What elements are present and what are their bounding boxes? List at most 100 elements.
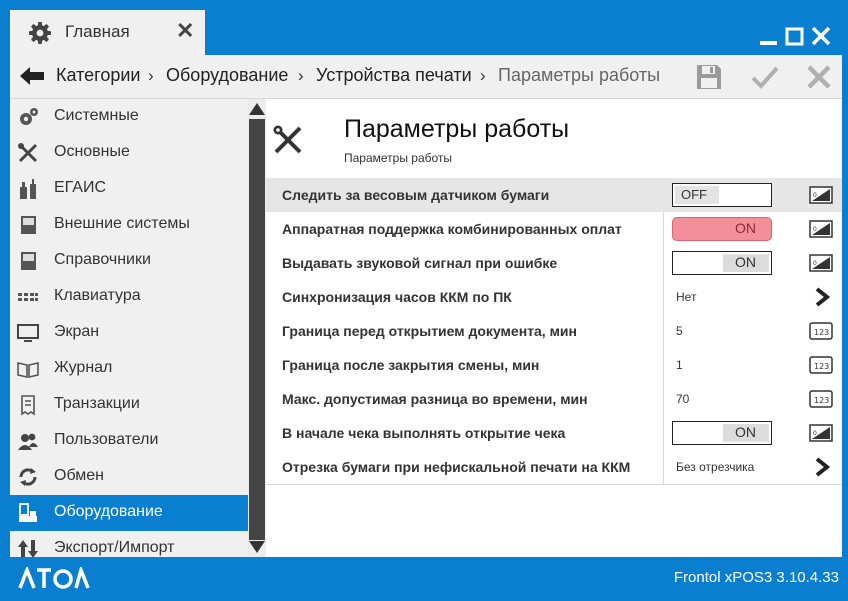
svg-text:123: 123 [814, 396, 829, 405]
footer: Frontol xPOS3 3.10.4.33 [0, 557, 848, 601]
setting-name: Макс. допустимая разница во времени, мин [282, 391, 588, 407]
checkmark-icon[interactable] [750, 62, 780, 92]
sidebar-item-export-import[interactable]: Экспорт/Импорт [10, 531, 248, 557]
toggle-state-label: ON [735, 424, 756, 440]
setting-row-border-after-close[interactable]: Граница после закрытия смены, мин 1 123 [266, 348, 842, 383]
sidebar-item-references[interactable]: Справочники [10, 243, 248, 279]
breadcrumb-separator: › [148, 66, 154, 85]
breadcrumb-categories[interactable]: Категории [56, 65, 140, 86]
numeric-input-icon[interactable]: 123 [809, 389, 833, 409]
svg-text:123: 123 [814, 328, 829, 337]
setting-name: Синхронизация часов ККМ по ПК [282, 289, 512, 305]
column-divider [663, 348, 664, 382]
setting-row-max-time-diff[interactable]: Макс. допустимая разница во времени, мин… [266, 382, 842, 417]
breadcrumb-printing-devices[interactable]: Устройства печати [316, 65, 472, 86]
sidebar-item-screen[interactable]: Экран [10, 315, 248, 351]
system-gears-icon [20, 108, 38, 125]
sidebar-item-keyboard[interactable]: Клавиатура [10, 279, 248, 315]
setting-value[interactable]: 1 [676, 358, 683, 372]
column-divider [663, 382, 664, 416]
setting-value[interactable]: 5 [676, 324, 683, 338]
sidebar-scrollbar[interactable] [248, 99, 266, 557]
sync-icon [19, 468, 37, 486]
tab-main[interactable]: Главная ✕ [10, 10, 205, 55]
column-divider [663, 212, 664, 246]
svg-text:123: 123 [814, 362, 829, 371]
sidebar-item-system[interactable]: Системные [10, 99, 248, 135]
scroll-up-arrow-icon[interactable] [248, 102, 266, 116]
svg-text:0: 0 [813, 192, 817, 199]
setting-row-error-sound[interactable]: Выдавать звуковой сигнал при ошибке ON 0 [266, 246, 842, 281]
sidebar-item-main[interactable]: Основные [10, 135, 248, 171]
setting-name: Следить за весовым датчиком бумаги [282, 187, 550, 203]
sidebar-item-label: Обмен [54, 467, 104, 484]
setting-value[interactable]: Нет [676, 290, 696, 304]
numeric-input-icon[interactable]: 123 [809, 321, 833, 341]
maximize-icon[interactable] [784, 24, 806, 48]
sidebar-item-label: Пользователи [54, 431, 159, 448]
scrollbar-thumb[interactable] [249, 119, 265, 540]
setting-row-combined-payments[interactable]: Аппаратная поддержка комбинированных опл… [266, 212, 842, 247]
bottles-icon [20, 179, 36, 199]
sidebar-item-users[interactable]: Пользователи [10, 423, 248, 459]
title-bar: Главная ✕ [0, 0, 848, 55]
svg-text:0: 0 [813, 226, 817, 233]
minimize-icon[interactable] [758, 24, 780, 48]
users-icon [18, 433, 38, 450]
toggle-setting-icon[interactable]: 0 [809, 423, 833, 443]
breadcrumb-separator: › [480, 66, 486, 85]
sidebar-item-external-systems[interactable]: Внешние системы [10, 207, 248, 243]
window-close-icon[interactable] [810, 24, 832, 48]
sidebar-item-equipment[interactable]: Оборудование [10, 495, 248, 531]
sidebar-item-egais[interactable]: ЕГАИС [10, 171, 248, 207]
settings-panel: Параметры работы Параметры работы Следит… [266, 99, 842, 557]
toggle-switch[interactable]: ON [672, 251, 772, 275]
breadcrumb-separator: › [298, 66, 304, 85]
sidebar-item-label: Клавиатура [54, 287, 141, 304]
tools-icon [18, 143, 38, 163]
sidebar-item-label: ЕГАИС [54, 179, 106, 196]
svg-text:0: 0 [813, 430, 817, 437]
tab-main-label: Главная [65, 22, 130, 41]
column-divider [663, 450, 664, 484]
close-icon[interactable] [804, 62, 834, 92]
app-version: Frontol xPOS3 3.10.4.33 [673, 569, 839, 586]
sidebar-item-exchange[interactable]: Обмен [10, 459, 248, 495]
setting-row-paper-cut[interactable]: Отрезка бумаги при нефискальной печати н… [266, 450, 842, 485]
gear-icon [29, 22, 51, 44]
setting-row-open-receipt[interactable]: В начале чека выполнять открытие чека ON… [266, 416, 842, 451]
setting-value[interactable]: 70 [676, 392, 689, 406]
journal-icon [17, 362, 39, 378]
toggle-switch[interactable]: OFF [672, 183, 772, 207]
toggle-state-label: ON [735, 254, 756, 270]
toggle-setting-icon[interactable]: 0 [809, 219, 833, 239]
monitor-icon [17, 324, 39, 342]
back-arrow-icon[interactable] [18, 64, 46, 88]
export-import-icon [18, 540, 38, 557]
setting-name: Отрезка бумаги при нефискальной печати н… [282, 459, 631, 475]
setting-row-border-before-open[interactable]: Граница перед открытием документа, мин 5… [266, 314, 842, 349]
column-divider [663, 280, 664, 314]
toggle-switch[interactable]: ON [672, 217, 772, 241]
sidebar-item-transactions[interactable]: Транзакции [10, 387, 248, 423]
column-divider [663, 314, 664, 348]
save-icon[interactable] [694, 62, 724, 92]
close-icon[interactable]: ✕ [176, 19, 194, 43]
breadcrumb-equipment[interactable]: Оборудование [166, 65, 288, 86]
toggle-state-label: OFF [681, 187, 707, 202]
toggle-setting-icon[interactable]: 0 [809, 185, 833, 205]
scroll-down-arrow-icon[interactable] [248, 540, 266, 554]
chevron-right-icon[interactable] [814, 287, 830, 307]
setting-value[interactable]: Без отрезчика [676, 460, 754, 474]
navigation-bar: Категории › Оборудование › Устройства пе… [10, 55, 842, 99]
receipt-icon [21, 395, 35, 416]
toggle-setting-icon[interactable]: 0 [809, 253, 833, 273]
numeric-input-icon[interactable]: 123 [809, 355, 833, 375]
setting-row-clock-sync[interactable]: Синхронизация часов ККМ по ПК Нет [266, 280, 842, 315]
chevron-right-icon[interactable] [814, 457, 830, 477]
breadcrumb-current: Параметры работы [498, 65, 661, 85]
setting-name: Граница перед открытием документа, мин [282, 323, 577, 339]
setting-row-paper-sensor[interactable]: Следить за весовым датчиком бумаги OFF 0 [266, 178, 842, 213]
sidebar-item-journal[interactable]: Журнал [10, 351, 248, 387]
toggle-switch[interactable]: ON [672, 421, 772, 445]
